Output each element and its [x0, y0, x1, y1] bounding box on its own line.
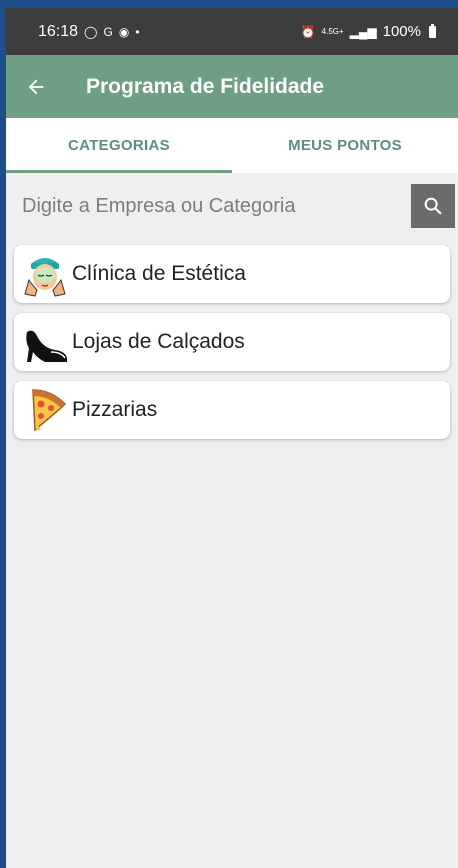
google-icon: G	[103, 24, 113, 39]
search-button[interactable]	[411, 184, 455, 228]
high-heel-shoe-icon	[20, 317, 70, 367]
battery-percent: 100%	[382, 23, 421, 40]
app-bar: Programa de Fidelidade	[6, 55, 458, 118]
signal-icon: ▂▄▆	[349, 24, 377, 39]
face-mask-icon	[20, 249, 70, 299]
back-button[interactable]	[6, 55, 66, 118]
phone-screen: 16:18 ◯ G ◉ • ⏰ 4.5G+ ▂▄▆ 100% Programa …	[6, 8, 458, 868]
page-title: Programa de Fidelidade	[86, 74, 325, 98]
status-time: 16:18	[38, 22, 79, 40]
category-label: Pizzarias	[72, 398, 158, 421]
alarm-icon: ⏰	[300, 24, 316, 39]
network-label: 4.5G+	[321, 27, 344, 36]
pizza-slice-icon	[20, 385, 70, 435]
battery-icon	[429, 23, 436, 38]
category-item-pizzarias[interactable]: Pizzarias	[14, 381, 450, 439]
search-icon	[424, 197, 442, 215]
category-item-clinica[interactable]: Clínica de Estética	[14, 245, 450, 303]
category-list: Clínica de Estética Lojas de Calçados Pi…	[6, 239, 458, 439]
tab-bar: CATEGORIAS MEUS PONTOS	[6, 118, 458, 173]
category-label: Lojas de Calçados	[72, 330, 245, 353]
tab-categorias[interactable]: CATEGORIAS	[6, 118, 232, 173]
location-icon: ◉	[118, 24, 130, 39]
search-input[interactable]	[22, 184, 411, 228]
dot-icon: •	[135, 24, 140, 39]
tab-meus-pontos[interactable]: MEUS PONTOS	[232, 118, 458, 173]
arrow-left-icon	[28, 79, 44, 94]
whatsapp-icon: ◯	[84, 24, 98, 39]
category-item-calcados[interactable]: Lojas de Calçados	[14, 313, 450, 371]
search-bar	[6, 173, 458, 239]
category-label: Clínica de Estética	[72, 262, 246, 285]
status-bar: 16:18 ◯ G ◉ • ⏰ 4.5G+ ▂▄▆ 100%	[6, 8, 458, 55]
